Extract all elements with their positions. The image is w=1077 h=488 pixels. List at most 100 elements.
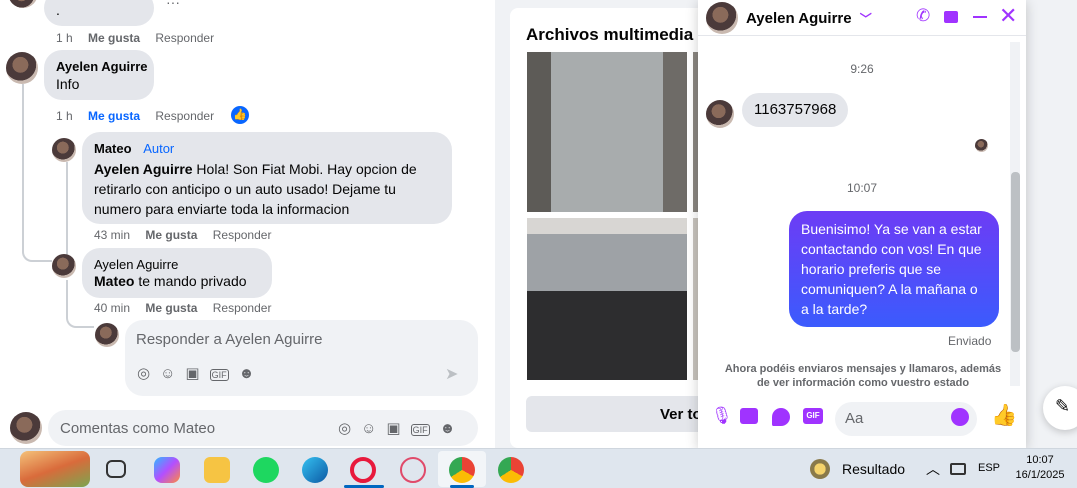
thread-line <box>22 84 52 152</box>
avatar[interactable] <box>52 138 76 162</box>
language-indicator[interactable]: ESP <box>978 462 1000 474</box>
comment-bubble: Ayelen Aguirre Info <box>44 50 154 100</box>
mention-link[interactable]: Mateo <box>94 273 134 289</box>
edge-icon[interactable] <box>302 457 328 483</box>
weather-label[interactable]: Resultado <box>842 461 905 477</box>
camera-icon[interactable]: ▣ <box>386 420 410 437</box>
comment-text: te mando privado <box>134 273 247 289</box>
file-explorer-icon[interactable] <box>204 457 230 483</box>
chrome-profile-icon[interactable] <box>498 457 524 483</box>
phone-icon[interactable]: ✆ <box>916 6 930 26</box>
avatar[interactable] <box>6 52 38 84</box>
chrome-icon[interactable] <box>449 457 475 483</box>
thread-line <box>66 162 68 262</box>
chat-window: Ayelen Aguirre ﹀ ✆ ✕ 9:26 1163757968 10:… <box>698 0 1026 448</box>
microphone-icon[interactable]: 🎙 <box>711 406 733 426</box>
comment-bubble: Mateo Autor Ayelen Aguirre Hola! Son Fia… <box>82 132 452 224</box>
avatar-sticker-icon[interactable]: ◎ <box>137 365 160 382</box>
sticker-icon[interactable]: ☻ <box>440 420 466 437</box>
message-input[interactable]: Aa <box>845 410 863 427</box>
compose-icon: ✎ <box>1055 396 1071 416</box>
emoji-icon[interactable] <box>951 408 969 426</box>
widgets-icon[interactable] <box>20 451 90 487</box>
emoji-icon[interactable]: ☺ <box>361 420 386 437</box>
snipping-tool-icon[interactable] <box>400 457 426 483</box>
like-link[interactable]: Me gusta <box>145 228 197 242</box>
outgoing-message-text: Buenisimo! Ya se van a estar contactando… <box>801 221 982 317</box>
avatar[interactable] <box>10 412 42 444</box>
sticker-icon[interactable]: ☻ <box>239 365 265 382</box>
new-message-button[interactable]: ✎ <box>1043 386 1077 430</box>
task-view-icon[interactable] <box>106 460 126 478</box>
clock-time[interactable]: 10:07 <box>1010 453 1070 468</box>
view-all-button[interactable]: Ver to <box>526 396 720 432</box>
chat-header: Ayelen Aguirre ﹀ ✆ ✕ <box>698 0 1026 36</box>
mention-link[interactable]: Ayelen Aguirre <box>94 161 193 177</box>
comment-bubble: . <box>44 0 154 26</box>
media-thumbnail[interactable] <box>527 52 687 212</box>
media-title: Archivos multimedia re <box>526 25 715 44</box>
close-icon[interactable]: ✕ <box>999 4 1017 28</box>
comment-bubble: Ayelen Aguirre Mateo te mando privado <box>82 248 272 298</box>
avatar[interactable] <box>706 100 734 128</box>
commenter-name[interactable]: Mateo <box>94 141 132 156</box>
comments-panel: . ··· 1 h Me gusta Responder Ayelen Agui… <box>0 0 495 448</box>
read-receipt-avatar <box>975 139 988 152</box>
commenter-name[interactable]: Ayelen Aguirre <box>56 59 148 74</box>
reply-link[interactable]: Responder <box>213 228 272 242</box>
gif-icon[interactable]: GIF <box>209 369 229 381</box>
like-icon[interactable]: 👍 <box>991 404 1017 428</box>
avatar[interactable] <box>706 2 738 34</box>
image-icon[interactable] <box>740 408 758 424</box>
chat-contact-name[interactable]: Ayelen Aguirre <box>746 10 852 27</box>
like-link[interactable]: Me gusta <box>88 109 140 123</box>
avatar <box>95 323 119 347</box>
emoji-icon[interactable]: ☺ <box>160 365 185 382</box>
chevron-down-icon[interactable]: ﹀ <box>860 12 872 26</box>
media-thumbnail[interactable] <box>527 218 687 380</box>
comment-text: . <box>56 2 60 18</box>
avatar-sticker-icon[interactable]: ◎ <box>338 420 361 437</box>
chat-notice: Ahora podéis enviaros mensajes y llamaro… <box>718 362 1008 386</box>
gif-icon[interactable]: GIF <box>410 424 430 436</box>
windows-taskbar: Resultado ︿ ESP 10:07 16/1/2025 <box>0 448 1077 488</box>
video-icon[interactable] <box>944 11 958 23</box>
reply-link[interactable]: Responder <box>155 109 214 123</box>
spotify-icon[interactable] <box>253 457 279 483</box>
scrollbar[interactable] <box>1010 42 1020 386</box>
main-comment-input-box[interactable]: Comentas como Mateo ◎☺▣ GIF ☻ <box>48 410 478 446</box>
weather-icon[interactable] <box>810 459 830 479</box>
like-link[interactable]: Me gusta <box>145 301 197 315</box>
gif-icon[interactable]: GIF <box>803 408 823 424</box>
time-separator: 10:07 <box>846 181 878 195</box>
copilot-icon[interactable] <box>154 457 180 483</box>
camera-icon[interactable]: ▣ <box>185 365 209 382</box>
minimize-icon[interactable] <box>973 16 987 18</box>
avatar[interactable] <box>8 0 38 8</box>
scrollbar-thumb[interactable] <box>1011 172 1020 352</box>
reply-link[interactable]: Responder <box>155 31 214 45</box>
opera-icon[interactable] <box>350 457 376 483</box>
chevron-up-icon[interactable]: ︿ <box>926 459 940 479</box>
reply-input-box[interactable]: Responder a Ayelen Aguirre ◎☺▣ GIF ☻ ➤ <box>125 320 478 396</box>
media-card: Archivos multimedia re Ver to <box>510 8 720 448</box>
like-link[interactable]: Me gusta <box>88 31 140 45</box>
commenter-name[interactable]: Ayelen Aguirre <box>94 257 178 272</box>
reply-link[interactable]: Responder <box>213 301 272 315</box>
main-comment-input[interactable]: Comentas como Mateo <box>60 420 215 437</box>
comment-time: 1 h <box>56 31 73 45</box>
comment-time: 43 min <box>94 228 131 242</box>
reply-input[interactable]: Responder a Ayelen Aguirre <box>136 331 323 348</box>
more-options-icon[interactable]: ··· <box>166 0 180 10</box>
message-input-box[interactable]: Aa <box>835 402 977 436</box>
clock-date[interactable]: 16/1/2025 <box>1010 468 1070 483</box>
time-separator: 9:26 <box>850 62 874 76</box>
avatar[interactable] <box>52 254 76 278</box>
comment-time: 40 min <box>94 301 131 315</box>
sticker-icon[interactable] <box>772 408 790 426</box>
thread-line <box>22 152 52 262</box>
network-icon[interactable] <box>950 463 966 475</box>
comment-time: 1 h <box>56 109 73 123</box>
message-status: Enviado <box>948 334 992 348</box>
send-icon[interactable]: ➤ <box>445 364 458 384</box>
